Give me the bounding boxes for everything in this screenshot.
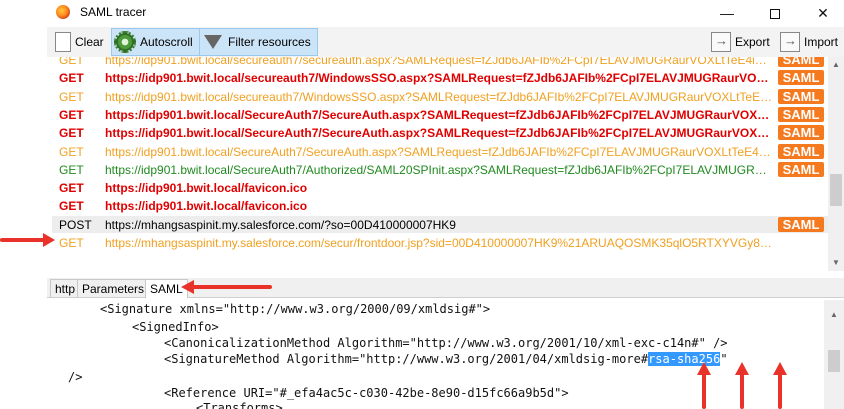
xml-line: <CanonicalizationMethod Algorithm="http:… bbox=[164, 336, 728, 350]
title-bar: SAML tracer — ✕ bbox=[0, 0, 844, 26]
maximize-icon bbox=[770, 9, 780, 20]
request-row[interactable]: GET https://idp901.bwit.local/secureauth7… bbox=[52, 69, 828, 86]
maximize-button[interactable] bbox=[752, 0, 798, 26]
scroll-thumb[interactable] bbox=[830, 174, 842, 206]
tab-http[interactable]: http bbox=[50, 279, 81, 297]
xml-line-signature-method: <SignatureMethod Algorithm="http://www.w… bbox=[164, 352, 728, 366]
xml-line: <SignedInfo> bbox=[132, 320, 219, 334]
request-url: https://idp901.bwit.local/secureauth7/Wi… bbox=[105, 89, 773, 104]
request-row[interactable]: GET https://idp901.bwit.local/SecureAuth7… bbox=[52, 143, 828, 160]
minimize-button[interactable]: — bbox=[704, 0, 750, 26]
highlight-arrow-icon bbox=[735, 362, 749, 409]
saml-tab-arrow-icon bbox=[181, 280, 272, 294]
request-method: GET bbox=[59, 70, 84, 85]
saml-badge: SAML bbox=[778, 107, 824, 122]
xml-line: /> bbox=[68, 370, 83, 384]
import-label: Import bbox=[804, 35, 839, 49]
request-method: GET bbox=[59, 107, 84, 122]
request-method: POST bbox=[59, 217, 92, 232]
filter-label: Filter resources bbox=[228, 35, 311, 49]
clear-icon bbox=[55, 32, 71, 52]
export-icon bbox=[711, 32, 731, 52]
xml-line: <Transforms> bbox=[196, 401, 283, 409]
request-row[interactable]: GET https://idp901.bwit.local/SecureAuth7… bbox=[52, 161, 828, 178]
request-row[interactable]: GET https://idp901.bwit.local/SecureAuth7… bbox=[52, 106, 828, 123]
saml-badge: SAML bbox=[778, 57, 824, 67]
request-row[interactable]: GET https://idp901.bwit.local/SecureAuth7… bbox=[52, 124, 828, 141]
firefox-icon bbox=[56, 5, 70, 19]
request-url: https://mhangsaspinit.my.salesforce.com/… bbox=[105, 217, 456, 232]
request-row[interactable]: GET https://mhangsaspinit.my.salesforce.c… bbox=[52, 234, 828, 251]
xml-view-scrollbar[interactable]: ▲ bbox=[824, 300, 844, 409]
request-method: GET bbox=[59, 125, 84, 140]
request-method: GET bbox=[59, 57, 84, 67]
scroll-up-icon[interactable]: ▲ bbox=[828, 57, 844, 73]
minimize-icon: — bbox=[720, 5, 734, 21]
request-url: https://idp901.bwit.local/SecureAuth7/Au… bbox=[105, 162, 773, 177]
post-row-arrow-icon bbox=[0, 233, 55, 247]
request-list-scrollbar[interactable]: ▲ ▼ bbox=[828, 57, 844, 271]
import-button[interactable]: Import bbox=[780, 28, 838, 56]
funnel-icon bbox=[204, 35, 222, 49]
scroll-thumb[interactable] bbox=[828, 350, 840, 372]
request-row[interactable]: POST https://mhangsaspinit.my.salesforce.… bbox=[52, 216, 828, 233]
highlight-arrow-icon bbox=[773, 362, 787, 409]
filter-resources-toggle[interactable]: Filter resources bbox=[199, 28, 318, 56]
saml-badge: SAML bbox=[778, 162, 824, 177]
saml-badge: SAML bbox=[778, 125, 824, 140]
xml-text: <SignatureMethod Algorithm="http://www.w… bbox=[164, 352, 649, 366]
request-url: https://idp901.bwit.local/favicon.ico bbox=[105, 180, 308, 195]
export-label: Export bbox=[735, 35, 770, 49]
scroll-up-icon[interactable]: ▲ bbox=[824, 310, 844, 319]
xml-line: <Signature xmlns="http://www.w3.org/2000… bbox=[100, 302, 491, 316]
highlight-arrow-icon bbox=[697, 362, 711, 409]
gear-icon bbox=[114, 31, 136, 53]
close-button[interactable]: ✕ bbox=[800, 0, 844, 26]
request-method: GET bbox=[59, 198, 84, 213]
clear-label: Clear bbox=[75, 35, 104, 49]
tab-parameters[interactable]: Parameters bbox=[77, 279, 150, 297]
request-method: GET bbox=[59, 144, 84, 159]
request-method: GET bbox=[59, 89, 84, 104]
saml-badge: SAML bbox=[778, 70, 824, 85]
saml-badge: SAML bbox=[778, 144, 824, 159]
request-row[interactable]: GET https://idp901.bwit.local/favicon.ico bbox=[52, 197, 828, 214]
xml-line: <Reference URI="#_efa4ac5c-c030-42be-8e9… bbox=[164, 386, 569, 400]
detail-tabs: http Parameters SAML bbox=[47, 278, 844, 298]
request-method: GET bbox=[59, 180, 84, 195]
request-url: https://idp901.bwit.local/favicon.ico bbox=[105, 198, 308, 213]
request-row[interactable]: GET https://idp901.bwit.local/secureauth7… bbox=[52, 57, 828, 68]
window-title: SAML tracer bbox=[80, 5, 147, 19]
request-row[interactable]: GET https://idp901.bwit.local/favicon.ico bbox=[52, 179, 828, 196]
request-url: https://idp901.bwit.local/SecureAuth7/Se… bbox=[105, 107, 773, 122]
request-list: GET https://idp901.bwit.local/secureauth7… bbox=[52, 57, 828, 271]
saml-badge: SAML bbox=[778, 89, 824, 104]
toolbar: Clear Autoscroll Filter resources Export… bbox=[47, 27, 844, 57]
request-row[interactable]: GET https://idp901.bwit.local/secureauth7… bbox=[52, 88, 828, 105]
import-icon bbox=[780, 32, 800, 52]
autoscroll-toggle[interactable]: Autoscroll bbox=[111, 28, 200, 56]
autoscroll-label: Autoscroll bbox=[140, 35, 193, 49]
request-method: GET bbox=[59, 235, 84, 250]
request-method: GET bbox=[59, 162, 84, 177]
export-button[interactable]: Export bbox=[711, 28, 770, 56]
request-url: https://idp901.bwit.local/secureauth7/se… bbox=[105, 57, 773, 67]
clear-button[interactable]: Clear bbox=[53, 28, 104, 56]
scroll-down-icon[interactable]: ▼ bbox=[828, 255, 844, 271]
close-icon: ✕ bbox=[817, 5, 829, 21]
request-url: https://idp901.bwit.local/SecureAuth7/Se… bbox=[105, 125, 773, 140]
xml-text: " bbox=[720, 352, 728, 366]
request-url: https://mhangsaspinit.my.salesforce.com/… bbox=[105, 235, 773, 250]
saml-badge: SAML bbox=[778, 217, 824, 232]
request-url: https://idp901.bwit.local/SecureAuth7/Se… bbox=[105, 144, 773, 159]
request-url: https://idp901.bwit.local/secureauth7/Wi… bbox=[105, 70, 773, 85]
